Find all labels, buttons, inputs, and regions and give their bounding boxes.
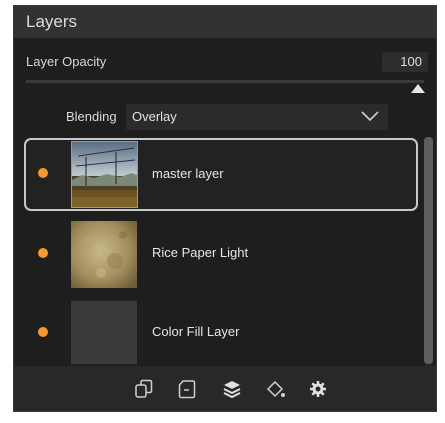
layer-name: master layer — [152, 166, 224, 181]
opacity-label: Layer Opacity — [26, 54, 107, 69]
duplicate-layers-icon[interactable] — [133, 378, 155, 400]
blending-mode-value: Overlay — [132, 109, 177, 124]
new-layer-icon[interactable] — [176, 378, 198, 400]
opacity-slider-thumb[interactable] — [411, 84, 425, 93]
layer-row-master[interactable]: master layer — [24, 138, 418, 211]
opacity-value-field[interactable]: 100 — [382, 52, 428, 72]
layer-row-color-fill[interactable]: Color Fill Layer — [24, 297, 418, 364]
blending-mode-select[interactable]: Overlay — [126, 104, 388, 130]
layer-thumbnail-paper — [71, 221, 137, 288]
blending-label: Blending — [66, 109, 117, 124]
scrollbar-thumb[interactable] — [424, 137, 433, 364]
layer-name: Color Fill Layer — [152, 324, 240, 339]
opacity-slider-fill — [26, 80, 424, 83]
layer-visibility-dot[interactable] — [38, 168, 48, 178]
layer-visibility-dot[interactable] — [38, 248, 48, 258]
layer-row-rice-paper[interactable]: Rice Paper Light — [24, 218, 418, 291]
paint-bucket-icon[interactable] — [264, 378, 286, 400]
layer-list-scrollbar[interactable] — [424, 137, 433, 367]
layer-visibility-dot[interactable] — [38, 327, 48, 337]
panel-title: Layers — [26, 12, 78, 31]
layer-list: master layer Rice Paper Light Color Fill… — [14, 137, 419, 364]
layers-panel: Layers Layer Opacity 100 Blending Overla… — [13, 5, 437, 412]
gear-icon[interactable] — [307, 378, 329, 400]
panel-header: Layers — [14, 6, 436, 38]
opacity-row: Layer Opacity 100 — [14, 52, 436, 72]
layer-name: Rice Paper Light — [152, 245, 249, 260]
layer-thumbnail-fill — [71, 301, 137, 364]
opacity-slider-track[interactable] — [26, 80, 424, 83]
layers-toolbar — [14, 366, 436, 411]
chevron-down-icon — [361, 111, 379, 122]
layer-thumbnail-landscape — [71, 141, 138, 208]
layers-stack-icon[interactable] — [221, 378, 243, 400]
